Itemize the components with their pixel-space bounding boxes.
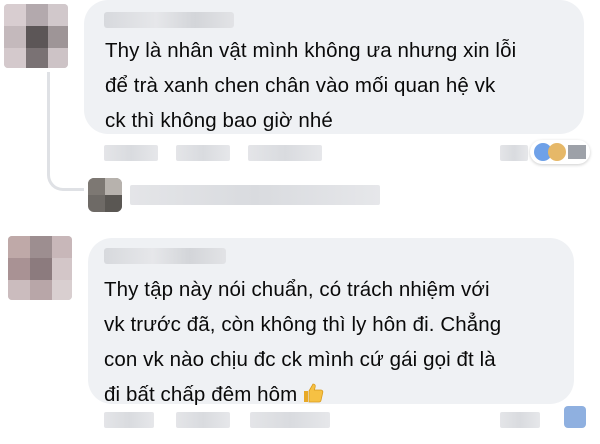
comment-line-text: đi bất chấp đêm hôm	[104, 383, 298, 406]
avatar-pixel	[26, 48, 48, 68]
avatar-pixel	[30, 280, 52, 300]
avatar-pixel	[52, 258, 72, 280]
comment-line: Thy là nhân vật mình không ưa nhưng xin …	[105, 39, 517, 62]
reaction-emoji-icon	[548, 143, 566, 161]
commenter-name-blurred[interactable]	[104, 12, 234, 28]
avatar-pixel	[52, 280, 72, 300]
avatar[interactable]	[8, 236, 72, 300]
avatar-pixel	[30, 236, 52, 258]
avatar-pixel	[4, 26, 26, 48]
comment-time-blurred	[104, 145, 158, 161]
comment-line: đi bất chấp đêm hôm	[104, 377, 501, 412]
reply-link-blurred[interactable]	[250, 412, 330, 428]
avatar-pixel	[4, 48, 26, 68]
thumbs-up-icon	[304, 383, 324, 403]
comment-text: Thy là nhân vật mình không ưa nhưng xin …	[105, 33, 516, 138]
reply-thread-line	[47, 72, 84, 191]
avatar-pixel	[48, 26, 68, 48]
avatar-pixel	[4, 4, 26, 26]
comment-line: Thy tập này nói chuẩn, có trách nhiệm vớ…	[104, 278, 490, 301]
avatar-pixel	[8, 236, 30, 258]
avatar-pixel	[52, 236, 72, 258]
comment-line: con vk nào chịu đc ck mình cứ gái gọi đt…	[104, 348, 496, 371]
comment-line: ck thì không bao giờ nhé	[105, 109, 333, 132]
like-link-blurred[interactable]	[176, 145, 230, 161]
avatar-pixel	[26, 4, 48, 26]
avatar-pixel	[88, 178, 105, 195]
avatar[interactable]	[4, 4, 68, 68]
like-link-blurred[interactable]	[176, 412, 230, 428]
avatar-pixel	[105, 195, 122, 212]
action-blurred[interactable]	[500, 145, 528, 161]
avatar-pixel	[30, 258, 52, 280]
comment-time-blurred	[104, 412, 154, 428]
avatar-pixel	[8, 280, 30, 300]
commenter-name-blurred[interactable]	[104, 248, 226, 264]
comment-line: vk trước đã, còn không thì ly hôn đi. Ch…	[104, 313, 502, 336]
avatar-pixel	[48, 48, 68, 68]
action-blurred[interactable]	[500, 412, 540, 428]
comment-line: để trà xanh chen chân vào mối quan hệ vk	[105, 74, 496, 97]
reply-link-blurred[interactable]	[248, 145, 322, 161]
reaction-count[interactable]	[530, 140, 590, 164]
reaction-count-blurred	[568, 145, 586, 159]
like-reaction-icon[interactable]	[564, 406, 586, 428]
avatar-pixel	[105, 178, 122, 195]
avatar-pixel	[48, 4, 68, 26]
reply-preview-blurred[interactable]	[130, 185, 380, 205]
avatar-pixel	[8, 258, 30, 280]
comment-text: Thy tập này nói chuẩn, có trách nhiệm vớ…	[104, 272, 501, 412]
reply-avatar[interactable]	[88, 178, 122, 212]
avatar-pixel	[26, 26, 48, 48]
